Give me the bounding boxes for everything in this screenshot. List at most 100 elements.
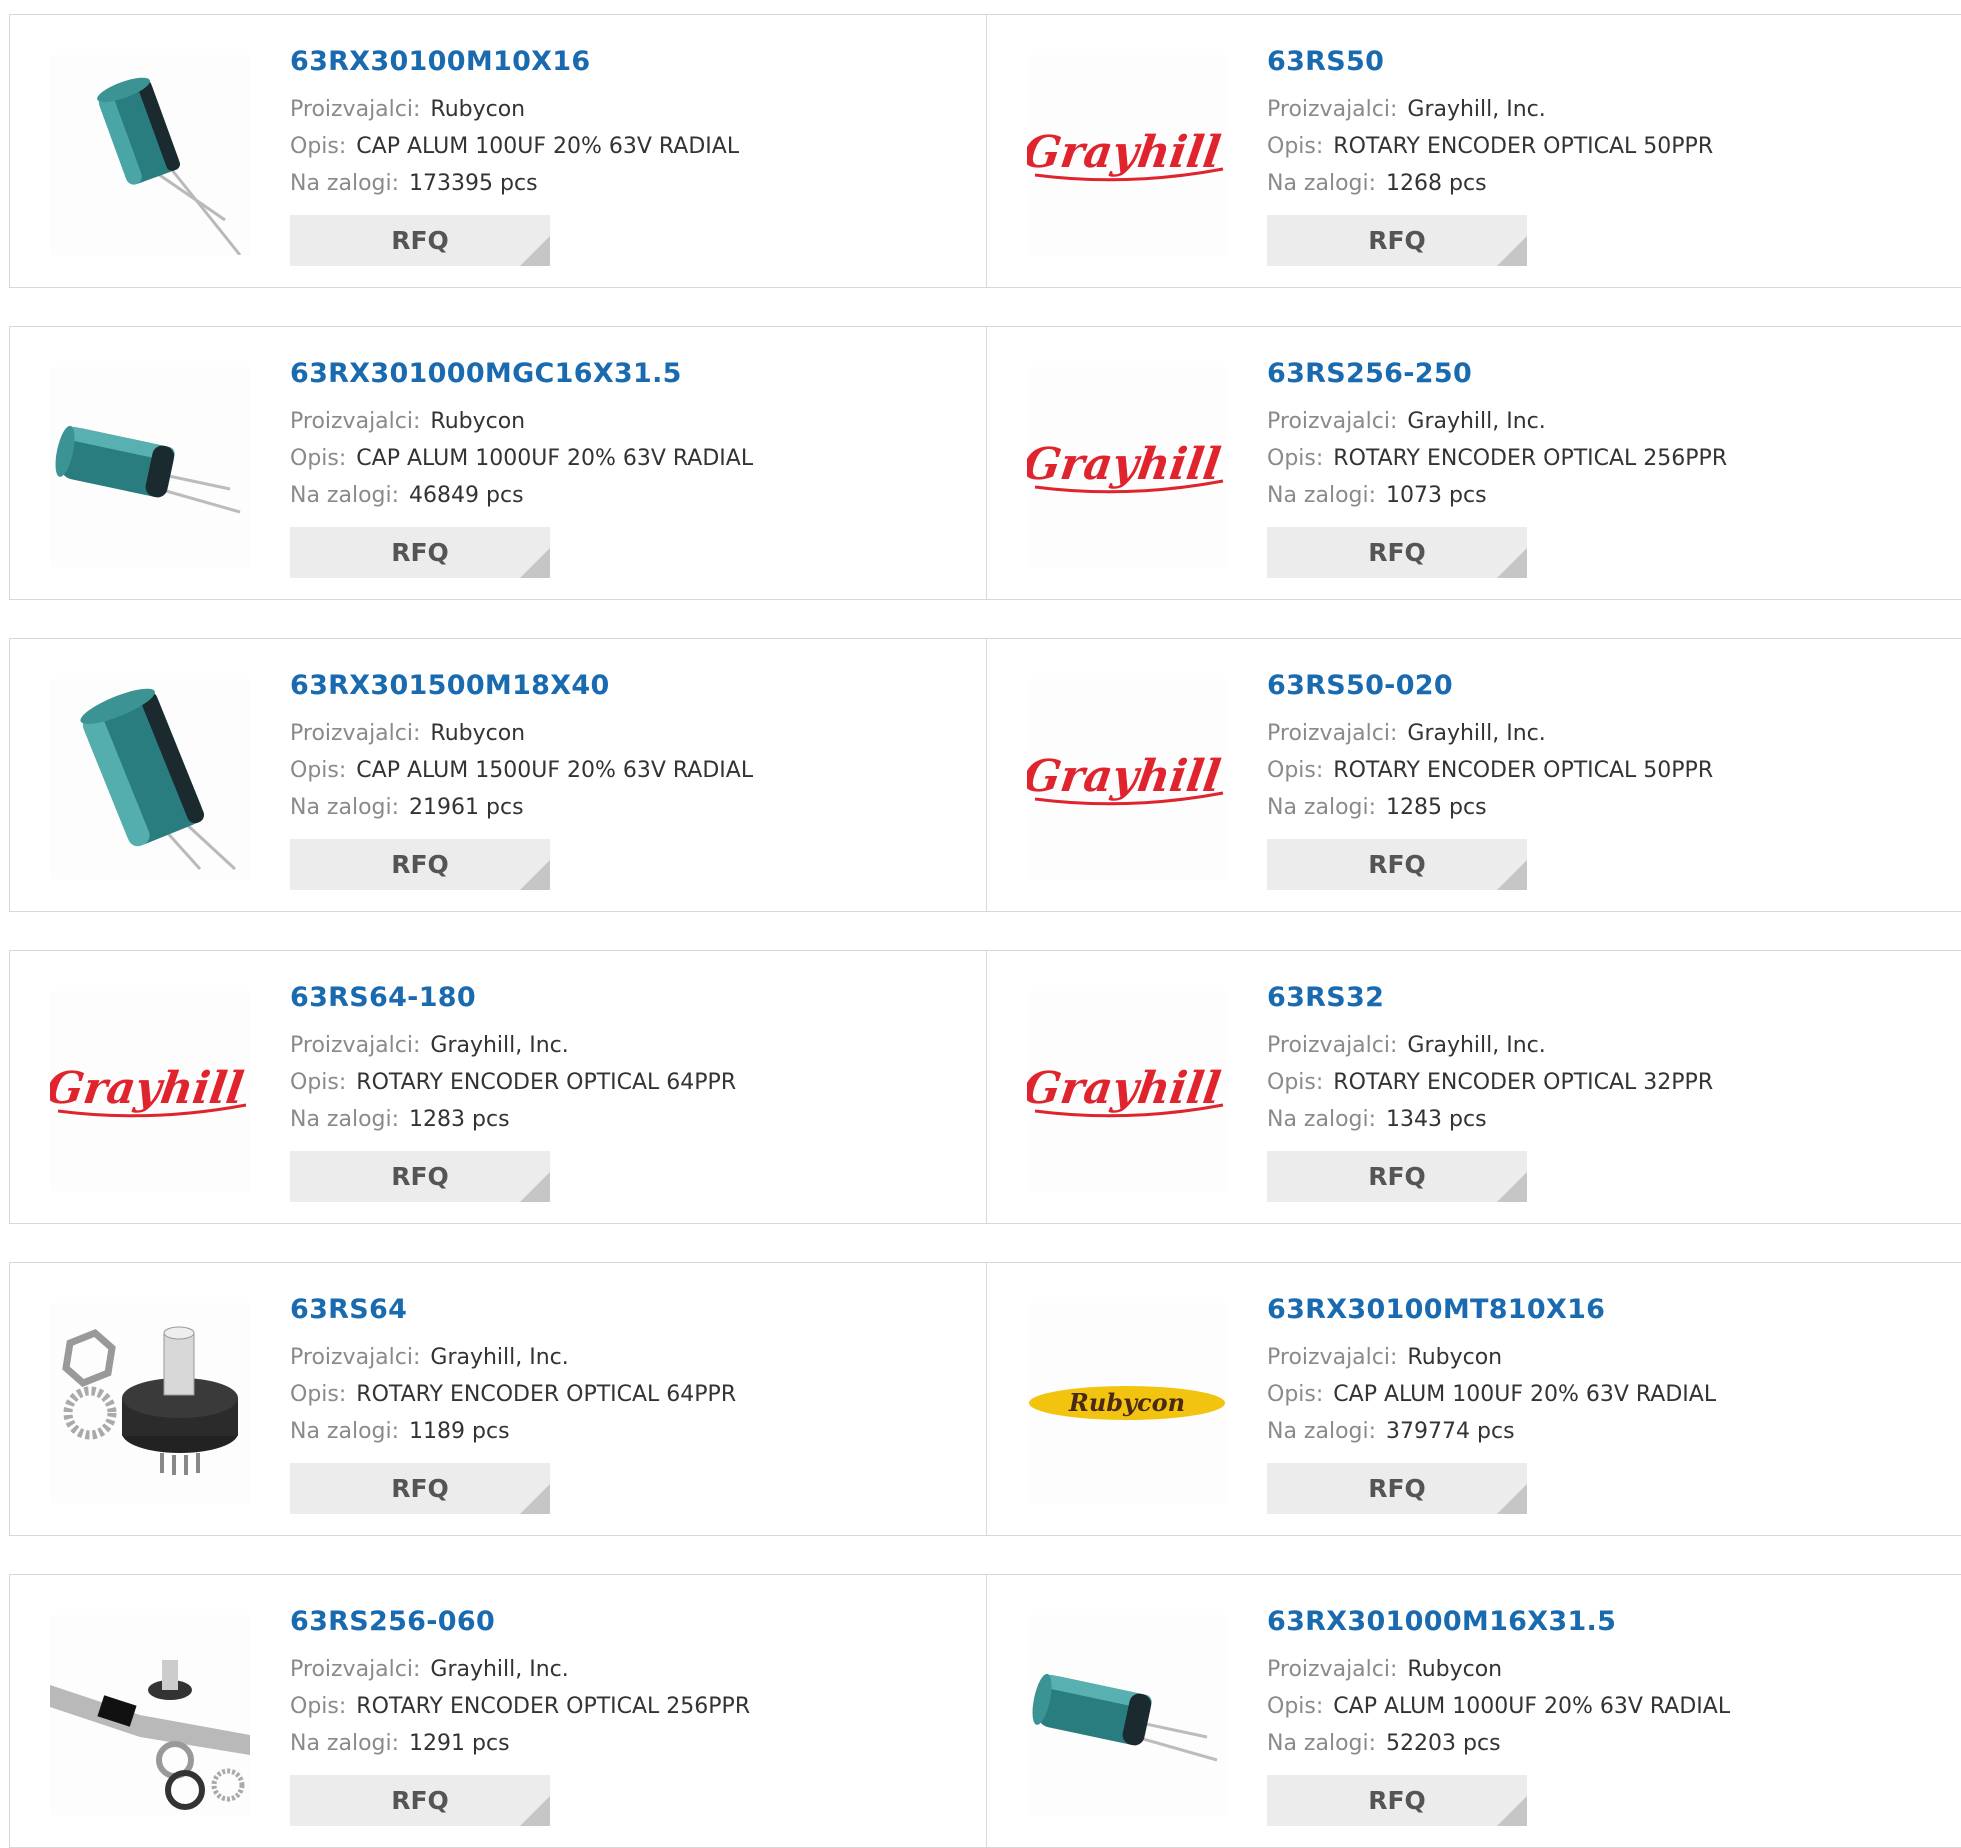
- product-image[interactable]: Grayhill: [50, 991, 250, 1191]
- product-image[interactable]: Grayhill: [1027, 367, 1227, 567]
- product-name-link[interactable]: 63RS50-020: [1267, 669, 1713, 703]
- product-name-link[interactable]: 63RS32: [1267, 981, 1713, 1015]
- manufacturer-label: Proizvajalci:: [1267, 721, 1398, 746]
- product-name-link[interactable]: 63RS50: [1267, 45, 1713, 79]
- description-label: Opis:: [290, 446, 347, 471]
- corner-triangle: [520, 548, 550, 578]
- stock-value: 379774 pcs: [1386, 1419, 1515, 1444]
- grayhill-logo-icon: Grayhill: [50, 1062, 247, 1118]
- description-label: Opis:: [1267, 1070, 1324, 1095]
- stock-value: 52203 pcs: [1386, 1731, 1501, 1756]
- manufacturer-label: Proizvajalci:: [1267, 1657, 1398, 1682]
- product-name-link[interactable]: 63RX30100M10X16: [290, 45, 739, 79]
- product-card: Grayhill 63RS32 Proizvajalci: Grayhill, I…: [987, 950, 1961, 1224]
- product-image[interactable]: Grayhill: [1027, 991, 1227, 1191]
- svg-text:Grayhill: Grayhill: [1027, 750, 1224, 802]
- description-row: Opis: ROTARY ENCODER OPTICAL 256PPR: [1267, 440, 1727, 477]
- stock-value: 173395 pcs: [409, 171, 538, 196]
- product-name-link[interactable]: 63RX301500M18X40: [290, 669, 753, 703]
- manufacturer-row: Proizvajalci: Rubycon: [290, 715, 753, 752]
- manufacturer-row: Proizvajalci: Rubycon: [290, 91, 739, 128]
- manufacturer-row: Proizvajalci: Grayhill, Inc.: [1267, 91, 1713, 128]
- corner-triangle: [1497, 236, 1527, 266]
- manufacturer-row: Proizvajalci: Grayhill, Inc.: [1267, 715, 1713, 752]
- rfq-button[interactable]: RFQ: [1267, 839, 1527, 890]
- description-value: CAP ALUM 1500UF 20% 63V RADIAL: [356, 758, 754, 783]
- rfq-button[interactable]: RFQ: [1267, 1151, 1527, 1202]
- rfq-button[interactable]: RFQ: [1267, 1463, 1527, 1514]
- rfq-button[interactable]: RFQ: [290, 1463, 550, 1514]
- stock-row: Na zalogi: 46849 pcs: [290, 477, 753, 514]
- product-info: 63RX301000M16X31.5 Proizvajalci: Rubycon …: [1267, 1605, 1730, 1826]
- product-name-link[interactable]: 63RS256-060: [290, 1605, 750, 1639]
- description-label: Opis:: [290, 758, 347, 783]
- rfq-label: RFQ: [1368, 538, 1426, 567]
- product-info: 63RS256-060 Proizvajalci: Grayhill, Inc. …: [290, 1605, 750, 1826]
- product-image[interactable]: [50, 55, 250, 255]
- description-label: Opis:: [290, 1382, 347, 1407]
- rfq-label: RFQ: [391, 538, 449, 567]
- stock-value: 1291 pcs: [409, 1731, 510, 1756]
- rfq-label: RFQ: [391, 1474, 449, 1503]
- description-label: Opis:: [1267, 446, 1324, 471]
- description-row: Opis: ROTARY ENCODER OPTICAL 64PPR: [290, 1376, 736, 1413]
- manufacturer-label: Proizvajalci:: [290, 1345, 421, 1370]
- product-info: 63RX30100MT810X16 Proizvajalci: Rubycon O…: [1267, 1293, 1716, 1514]
- manufacturer-label: Proizvajalci:: [290, 97, 421, 122]
- capacitor-icon: [55, 425, 241, 514]
- rfq-button[interactable]: RFQ: [290, 1775, 550, 1826]
- rfq-button[interactable]: RFQ: [290, 527, 550, 578]
- description-row: Opis: CAP ALUM 100UF 20% 63V RADIAL: [1267, 1376, 1716, 1413]
- description-label: Opis:: [1267, 758, 1324, 783]
- product-name-link[interactable]: 63RS64: [290, 1293, 736, 1327]
- rfq-button[interactable]: RFQ: [290, 1151, 550, 1202]
- manufacturer-label: Proizvajalci:: [1267, 409, 1398, 434]
- stock-value: 1268 pcs: [1386, 171, 1487, 196]
- rfq-button[interactable]: RFQ: [290, 839, 550, 890]
- product-image[interactable]: Grayhill: [1027, 55, 1227, 255]
- product-name-link[interactable]: 63RX30100MT810X16: [1267, 1293, 1716, 1327]
- description-value: ROTARY ENCODER OPTICAL 32PPR: [1333, 1070, 1714, 1095]
- description-row: Opis: ROTARY ENCODER OPTICAL 50PPR: [1267, 752, 1713, 789]
- stock-row: Na zalogi: 173395 pcs: [290, 165, 739, 202]
- stock-label: Na zalogi:: [290, 171, 400, 196]
- rfq-label: RFQ: [1368, 850, 1426, 879]
- rfq-button[interactable]: RFQ: [290, 215, 550, 266]
- product-image[interactable]: [50, 679, 250, 879]
- product-info: 63RS64-180 Proizvajalci: Grayhill, Inc. O…: [290, 981, 736, 1202]
- product-image[interactable]: Rubycon: [1027, 1303, 1227, 1503]
- manufacturer-label: Proizvajalci:: [1267, 97, 1398, 122]
- corner-triangle: [520, 860, 550, 890]
- rotary-encoder-icon: [62, 1326, 238, 1475]
- product-card: Rubycon 63RX30100MT810X16 Proizvajalci: R…: [987, 1262, 1961, 1536]
- rfq-label: RFQ: [1368, 226, 1426, 255]
- rfq-button[interactable]: RFQ: [1267, 1775, 1527, 1826]
- stock-row: Na zalogi: 1343 pcs: [1267, 1101, 1713, 1138]
- stock-row: Na zalogi: 1285 pcs: [1267, 789, 1713, 826]
- product-image[interactable]: [50, 367, 250, 567]
- stock-value: 46849 pcs: [409, 483, 524, 508]
- product-name-link[interactable]: 63RS64-180: [290, 981, 736, 1015]
- manufacturer-value: Rubycon: [1407, 1345, 1503, 1370]
- product-name-link[interactable]: 63RX301000M16X31.5: [1267, 1605, 1730, 1639]
- description-row: Opis: ROTARY ENCODER OPTICAL 256PPR: [290, 1688, 750, 1725]
- product-image[interactable]: [50, 1615, 250, 1815]
- product-image[interactable]: Grayhill: [1027, 679, 1227, 879]
- stock-label: Na zalogi:: [290, 1419, 400, 1444]
- product-name-link[interactable]: 63RX301000MGC16X31.5: [290, 357, 753, 391]
- rfq-label: RFQ: [1368, 1162, 1426, 1191]
- corner-triangle: [1497, 1484, 1527, 1514]
- manufacturer-value: Grayhill, Inc.: [1407, 721, 1546, 746]
- product-name-link[interactable]: 63RS256-250: [1267, 357, 1727, 391]
- rfq-button[interactable]: RFQ: [1267, 527, 1527, 578]
- rfq-button[interactable]: RFQ: [1267, 215, 1527, 266]
- stock-label: Na zalogi:: [1267, 1731, 1377, 1756]
- description-value: CAP ALUM 100UF 20% 63V RADIAL: [356, 134, 740, 159]
- product-image[interactable]: [50, 1303, 250, 1503]
- product-info: 63RS64 Proizvajalci: Grayhill, Inc. Opis:…: [290, 1293, 736, 1514]
- manufacturer-value: Rubycon: [430, 409, 526, 434]
- rfq-label: RFQ: [391, 1786, 449, 1815]
- product-image[interactable]: [1027, 1615, 1227, 1815]
- rfq-label: RFQ: [391, 850, 449, 879]
- stock-row: Na zalogi: 379774 pcs: [1267, 1413, 1716, 1450]
